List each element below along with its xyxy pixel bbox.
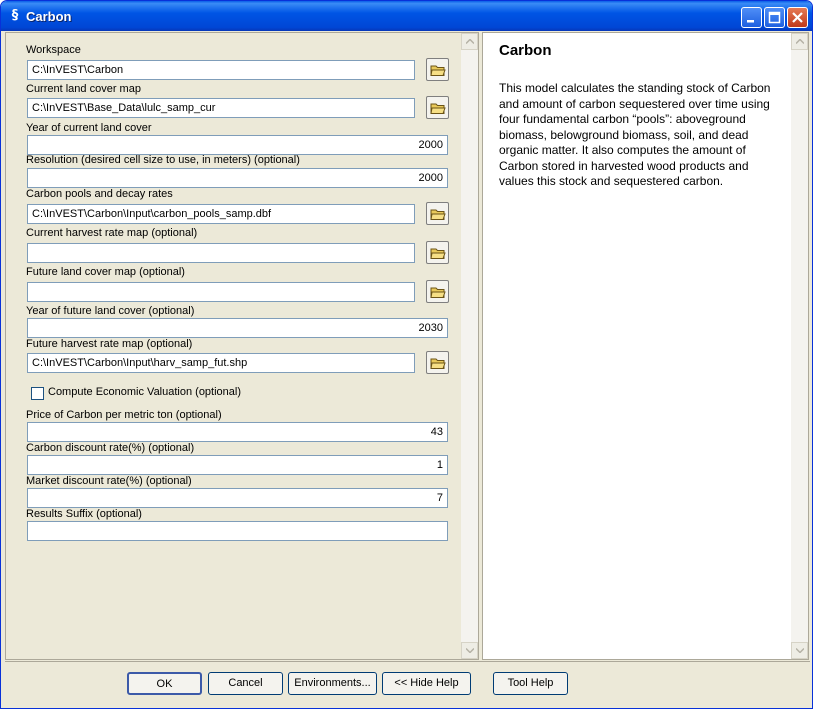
open-folder-icon xyxy=(430,358,446,369)
ok-button[interactable]: OK xyxy=(127,672,202,695)
results-suffix-label: Results Suffix (optional) xyxy=(26,508,142,520)
carbon-price-label: Price of Carbon per metric ton (optional… xyxy=(26,409,222,421)
hide-help-button[interactable]: << Hide Help xyxy=(382,672,471,695)
chevron-down-icon xyxy=(796,648,804,653)
carbon-dialog-window: § Carbon Workspace C:\InVEST\Carbon Curr… xyxy=(0,0,813,709)
minimize-button[interactable] xyxy=(741,7,762,28)
help-pane: Carbon This model calculates the standin… xyxy=(482,32,809,660)
help-text: This model calculates the standing stock… xyxy=(499,81,771,188)
dialog-button-bar: OK Cancel Environments... << Hide Help T… xyxy=(5,661,810,707)
open-folder-icon xyxy=(430,209,446,220)
open-folder-icon xyxy=(430,287,446,298)
carbon-discount-input[interactable]: 1 xyxy=(27,455,448,475)
current-lulc-input[interactable]: C:\InVEST\Base_Data\lulc_samp_cur xyxy=(27,98,415,118)
scroll-down-button[interactable] xyxy=(461,642,478,659)
gear-script-icon: § xyxy=(11,8,19,23)
tool-help-button[interactable]: Tool Help xyxy=(493,672,568,695)
compute-valuation-label[interactable]: Compute Economic Valuation (optional) xyxy=(48,386,241,398)
workspace-input[interactable]: C:\InVEST\Carbon xyxy=(27,60,415,80)
window-title: Carbon xyxy=(26,9,72,24)
chevron-up-icon xyxy=(796,39,804,44)
future-harvest-input[interactable]: C:\InVEST\Carbon\Input\harv_samp_fut.shp xyxy=(27,353,415,373)
current-lulc-browse-button[interactable] xyxy=(426,96,449,119)
scroll-up-button[interactable] xyxy=(461,33,478,50)
future-harvest-browse-button[interactable] xyxy=(426,351,449,374)
market-discount-label: Market discount rate(%) (optional) xyxy=(26,475,192,487)
results-suffix-input[interactable] xyxy=(27,521,448,541)
help-title: Carbon xyxy=(499,42,552,59)
help-scrollbar[interactable] xyxy=(791,33,808,659)
title-bar[interactable]: § Carbon xyxy=(1,1,812,31)
open-folder-icon xyxy=(430,103,446,114)
future-lulc-label: Future land cover map (optional) xyxy=(26,266,185,278)
maximize-icon xyxy=(768,11,781,24)
carbon-discount-label: Carbon discount rate(%) (optional) xyxy=(26,442,195,454)
parameter-pane: Workspace C:\InVEST\Carbon Current land … xyxy=(5,32,479,660)
resolution-label: Resolution (desired cell size to use, in… xyxy=(26,154,300,166)
maximize-button[interactable] xyxy=(764,7,785,28)
market-discount-input[interactable]: 7 xyxy=(27,488,448,508)
help-scroll-up-button[interactable] xyxy=(791,33,808,50)
open-folder-icon xyxy=(430,65,446,76)
future-harvest-label: Future harvest rate map (optional) xyxy=(26,338,193,350)
compute-valuation-checkbox[interactable] xyxy=(31,387,44,400)
help-scroll-down-button[interactable] xyxy=(791,642,808,659)
cancel-button[interactable]: Cancel xyxy=(208,672,283,695)
open-folder-icon xyxy=(430,248,446,259)
future-lulc-browse-button[interactable] xyxy=(426,280,449,303)
workspace-browse-button[interactable] xyxy=(426,58,449,81)
future-lulc-input[interactable] xyxy=(27,282,415,302)
close-button[interactable] xyxy=(787,7,808,28)
year-future-label: Year of future land cover (optional) xyxy=(26,305,195,317)
year-current-label: Year of current land cover xyxy=(26,122,152,134)
year-future-input[interactable]: 2030 xyxy=(27,318,448,338)
chevron-down-icon xyxy=(466,648,474,653)
environments-button[interactable]: Environments... xyxy=(288,672,377,695)
workspace-label: Workspace xyxy=(26,44,81,56)
resolution-input[interactable]: 2000 xyxy=(27,168,448,188)
chevron-up-icon xyxy=(466,39,474,44)
parameter-scrollbar[interactable] xyxy=(461,33,478,659)
current-lulc-label: Current land cover map xyxy=(26,83,141,95)
carbon-pools-browse-button[interactable] xyxy=(426,202,449,225)
close-icon xyxy=(792,12,803,23)
carbon-price-input[interactable]: 43 xyxy=(27,422,448,442)
minimize-icon xyxy=(747,20,754,23)
current-harvest-browse-button[interactable] xyxy=(426,241,449,264)
current-harvest-input[interactable] xyxy=(27,243,415,263)
carbon-pools-label: Carbon pools and decay rates xyxy=(26,188,173,200)
year-current-input[interactable]: 2000 xyxy=(27,135,448,155)
current-harvest-label: Current harvest rate map (optional) xyxy=(26,227,198,239)
carbon-pools-input[interactable]: C:\InVEST\Carbon\Input\carbon_pools_samp… xyxy=(27,204,415,224)
